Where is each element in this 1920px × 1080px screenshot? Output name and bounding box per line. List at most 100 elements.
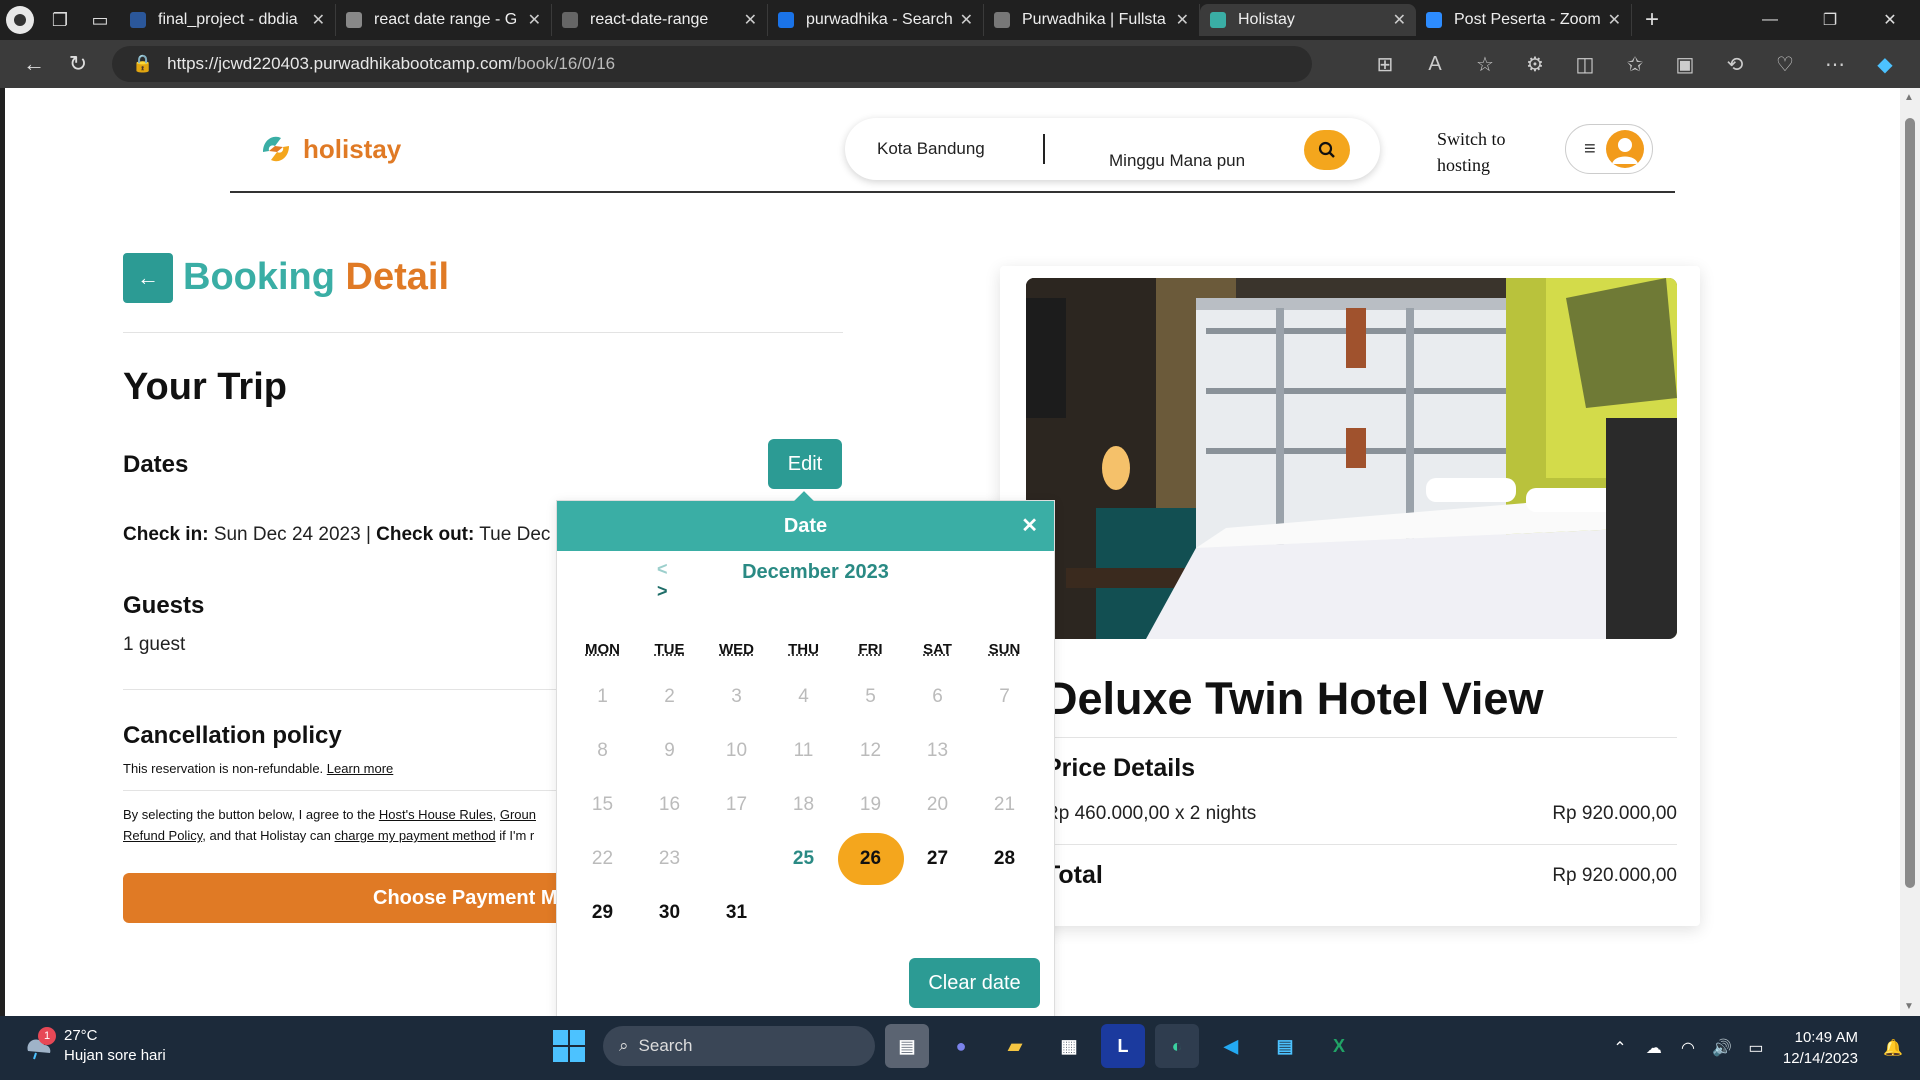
house-rules-link[interactable]: Host's House Rules [379, 807, 493, 822]
choose-payment-button[interactable]: Choose Payment Me [123, 873, 593, 923]
tab-close-icon[interactable]: ✕ [1176, 10, 1189, 30]
tab-actions-icon[interactable]: ▭ [80, 0, 120, 40]
close-icon[interactable]: ✕ [1021, 513, 1038, 538]
learn-more-link[interactable]: Learn more [327, 761, 393, 776]
page-viewport: holistay Kota Bandung Minggu Mana pun Sw… [5, 88, 1900, 1016]
ground-rules-link[interactable]: Groun [500, 807, 536, 822]
edge-icon[interactable]: ◐ [1155, 1024, 1199, 1068]
excel-icon[interactable]: X [1317, 1024, 1361, 1068]
scroll-up-icon[interactable]: ▲ [1904, 92, 1914, 103]
browser-tab[interactable]: purwadhika - Search ✕ [768, 4, 984, 36]
back-button[interactable]: ← [123, 253, 173, 303]
holistay-logo[interactable]: holistay [255, 128, 401, 170]
scroll-down-icon[interactable]: ▼ [1904, 1001, 1914, 1012]
calendar-day[interactable]: 31 [703, 898, 770, 928]
day-number: 15 [591, 794, 614, 815]
browser-tab[interactable]: react date range - G ✕ [336, 4, 552, 36]
refresh-icon[interactable]: ↻ [56, 44, 100, 84]
weather-widget[interactable]: 1 27°C Hujan sore hari [24, 1026, 166, 1066]
window-controls: — ❐ ✕ [1740, 0, 1920, 40]
browser-tab[interactable]: react-date-range ✕ [552, 4, 768, 36]
calendar-week: 8 9 10 11 12 13 [569, 736, 1039, 766]
app-available-icon[interactable]: ⊞ [1360, 52, 1410, 77]
day-number: 9 [664, 740, 675, 761]
tab-close-icon[interactable]: ✕ [1608, 10, 1621, 30]
page-scrollbar[interactable]: ▲ ▼ [1900, 88, 1920, 1016]
day-number: 22 [591, 848, 614, 869]
favorites-icon[interactable]: ✩ [1610, 52, 1660, 77]
month-label: December 2023 [742, 561, 889, 583]
taskbar-apps: ⌕ Search ▤ ● ▰ ▦ L ◐ ◀ ▤ X [553, 1024, 1361, 1068]
copilot-icon[interactable]: ◆ [1860, 52, 1910, 77]
taskbar-search[interactable]: ⌕ Search [603, 1026, 875, 1066]
calendar-day[interactable]: 25 [770, 844, 837, 874]
clear-date-button[interactable]: Clear date [909, 958, 1040, 1008]
collections-icon[interactable]: ▣ [1660, 52, 1710, 77]
new-tab-button[interactable]: + [1632, 0, 1672, 40]
more-menu-icon[interactable]: ⋯ [1810, 52, 1860, 77]
day-number: 4 [798, 686, 809, 707]
url-field[interactable]: 🔒 https://jcwd220403.purwadhikabootcamp.… [112, 46, 1312, 82]
volume-icon[interactable]: 🔊 [1705, 1038, 1739, 1058]
extensions-icon[interactable]: ⚙ [1510, 52, 1560, 77]
vscode-icon[interactable]: ◀ [1209, 1024, 1253, 1068]
workspaces-icon[interactable]: ❐ [40, 0, 80, 40]
chevron-up-icon[interactable]: ⌃ [1603, 1038, 1637, 1058]
edit-dates-button[interactable]: Edit [768, 439, 842, 489]
notification-bell-icon[interactable]: 🔔 [1876, 1038, 1910, 1058]
day-number: 1 [597, 686, 608, 707]
task-view-icon[interactable]: ▤ [885, 1024, 929, 1068]
charge-payment-link[interactable]: charge my payment method [335, 828, 496, 843]
tab-close-icon[interactable]: ✕ [744, 10, 757, 30]
temperature: 27°C [64, 1027, 98, 1044]
teams-icon[interactable]: ● [939, 1024, 983, 1068]
refund-policy-link[interactable]: Refund Policy [123, 828, 202, 843]
battery-icon[interactable]: ▭ [1739, 1038, 1773, 1058]
performance-icon[interactable]: ♡ [1760, 52, 1810, 77]
tab-close-icon[interactable]: ✕ [312, 10, 325, 30]
selected-day[interactable]: 26 [837, 833, 904, 885]
user-menu-button[interactable]: ≡ [1565, 124, 1653, 174]
calendar-day: 19 [837, 790, 904, 820]
file-explorer-icon[interactable]: ▰ [993, 1024, 1037, 1068]
onedrive-icon[interactable]: ☁ [1637, 1038, 1671, 1058]
next-month-button[interactable]: > [657, 581, 668, 602]
switch-to-hosting-link[interactable]: Switch to hosting [1437, 126, 1527, 178]
browser-tab[interactable]: Post Peserta - Zoom ✕ [1416, 4, 1632, 36]
back-arrow-icon[interactable]: ← [12, 44, 56, 84]
clock[interactable]: 10:49 AM 12/14/2023 [1783, 1027, 1858, 1069]
read-aloud-icon[interactable]: A [1410, 53, 1460, 76]
cancellation-body: This reservation is non-refundable. [123, 761, 324, 776]
l-app-icon[interactable]: L [1101, 1024, 1145, 1068]
weekday-label: WED [719, 641, 754, 658]
tab-close-icon[interactable]: ✕ [1393, 10, 1406, 30]
browser-tab[interactable]: Holistay ✕ [1200, 4, 1416, 36]
split-screen-icon[interactable]: ◫ [1560, 52, 1610, 77]
store-icon[interactable]: ▦ [1047, 1024, 1091, 1068]
search-bar[interactable]: Kota Bandung Minggu Mana pun [845, 118, 1380, 180]
notepad-icon[interactable]: ▤ [1263, 1024, 1307, 1068]
windows-start-icon[interactable] [553, 1030, 585, 1062]
profile-icon[interactable] [6, 6, 34, 34]
weekday-label: MON [585, 641, 620, 658]
tab-close-icon[interactable]: ✕ [960, 10, 973, 30]
calendar-day[interactable]: 27 [904, 844, 971, 874]
favorite-star-icon[interactable]: ☆ [1460, 52, 1510, 77]
browser-tab[interactable]: final_project - dbdia ✕ [120, 4, 336, 36]
close-window-button[interactable]: ✕ [1860, 0, 1920, 40]
wifi-icon[interactable]: ◠ [1671, 1038, 1705, 1058]
search-button[interactable] [1304, 130, 1350, 170]
browser-tab[interactable]: Purwadhika | Fullsta ✕ [984, 4, 1200, 36]
page-title-part1: Booking [183, 256, 335, 298]
scrollbar-thumb[interactable] [1905, 118, 1915, 888]
search-week[interactable]: Minggu Mana pun [1109, 151, 1289, 171]
calendar-day: 5 [837, 682, 904, 712]
calendar-day[interactable]: 28 [971, 844, 1038, 874]
restore-button[interactable]: ❐ [1800, 0, 1860, 40]
minimize-button[interactable]: — [1740, 0, 1800, 40]
calendar-day[interactable]: 29 [569, 898, 636, 928]
calendar-day[interactable]: 30 [636, 898, 703, 928]
history-icon[interactable]: ⟲ [1710, 52, 1760, 77]
tab-close-icon[interactable]: ✕ [528, 10, 541, 30]
search-location[interactable]: Kota Bandung [877, 139, 1027, 159]
